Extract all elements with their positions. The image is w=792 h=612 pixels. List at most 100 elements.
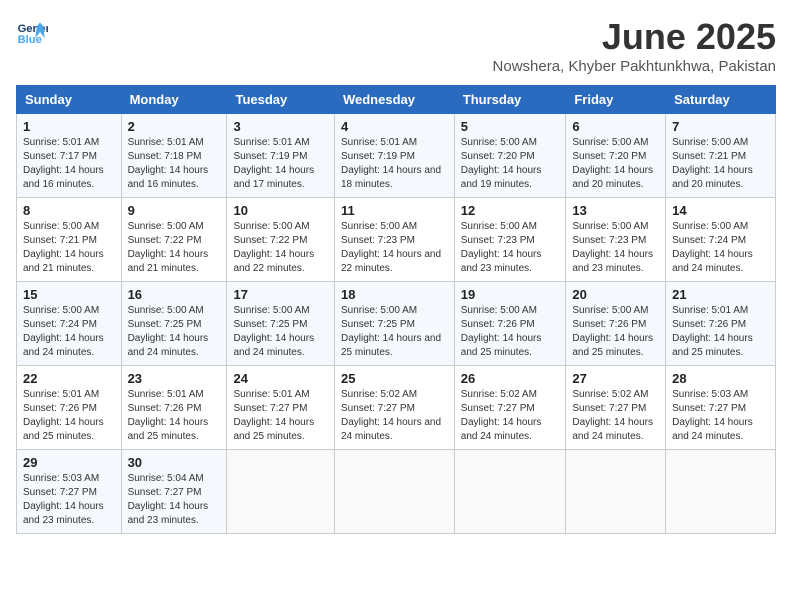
calendar-cell: 16 Sunrise: 5:00 AMSunset: 7:25 PMDaylig… (121, 282, 227, 366)
day-number: 30 (128, 455, 221, 470)
day-info: Sunrise: 5:01 AMSunset: 7:18 PMDaylight:… (128, 137, 209, 190)
calendar-cell: 6 Sunrise: 5:00 AMSunset: 7:20 PMDayligh… (566, 114, 666, 198)
day-info: Sunrise: 5:00 AMSunset: 7:22 PMDaylight:… (233, 221, 314, 274)
day-info: Sunrise: 5:01 AMSunset: 7:19 PMDaylight:… (233, 137, 314, 190)
day-info: Sunrise: 5:00 AMSunset: 7:21 PMDaylight:… (672, 137, 753, 190)
day-info: Sunrise: 5:02 AMSunset: 7:27 PMDaylight:… (341, 389, 441, 442)
day-number: 19 (461, 287, 560, 302)
day-info: Sunrise: 5:00 AMSunset: 7:25 PMDaylight:… (128, 305, 209, 358)
day-header-tuesday: Tuesday (227, 86, 335, 114)
day-info: Sunrise: 5:01 AMSunset: 7:17 PMDaylight:… (23, 137, 104, 190)
day-number: 2 (128, 119, 221, 134)
day-number: 8 (23, 203, 115, 218)
calendar-cell: 14 Sunrise: 5:00 AMSunset: 7:24 PMDaylig… (666, 198, 776, 282)
page-header: General Blue June 2025 Nowshera, Khyber … (16, 16, 776, 75)
day-number: 24 (233, 371, 328, 386)
calendar-cell: 29 Sunrise: 5:03 AMSunset: 7:27 PMDaylig… (17, 450, 122, 534)
day-number: 29 (23, 455, 115, 470)
day-number: 26 (461, 371, 560, 386)
day-info: Sunrise: 5:02 AMSunset: 7:27 PMDaylight:… (461, 389, 542, 442)
day-number: 27 (572, 371, 659, 386)
day-header-saturday: Saturday (666, 86, 776, 114)
day-info: Sunrise: 5:01 AMSunset: 7:26 PMDaylight:… (23, 389, 104, 442)
day-info: Sunrise: 5:03 AMSunset: 7:27 PMDaylight:… (23, 473, 104, 526)
title-section: June 2025 Nowshera, Khyber Pakhtunkhwa, … (493, 16, 776, 75)
day-number: 10 (233, 203, 328, 218)
calendar-cell: 22 Sunrise: 5:01 AMSunset: 7:26 PMDaylig… (17, 366, 122, 450)
svg-text:Blue: Blue (18, 34, 42, 46)
day-header-thursday: Thursday (454, 86, 566, 114)
logo: General Blue (16, 16, 48, 48)
day-number: 13 (572, 203, 659, 218)
day-number: 6 (572, 119, 659, 134)
calendar-cell: 12 Sunrise: 5:00 AMSunset: 7:23 PMDaylig… (454, 198, 566, 282)
calendar-cell (227, 450, 335, 534)
calendar-cell: 21 Sunrise: 5:01 AMSunset: 7:26 PMDaylig… (666, 282, 776, 366)
day-number: 14 (672, 203, 769, 218)
calendar-cell: 1 Sunrise: 5:01 AMSunset: 7:17 PMDayligh… (17, 114, 122, 198)
calendar-cell: 18 Sunrise: 5:00 AMSunset: 7:25 PMDaylig… (334, 282, 454, 366)
calendar-cell: 24 Sunrise: 5:01 AMSunset: 7:27 PMDaylig… (227, 366, 335, 450)
calendar-cell (666, 450, 776, 534)
calendar-cell: 23 Sunrise: 5:01 AMSunset: 7:26 PMDaylig… (121, 366, 227, 450)
day-info: Sunrise: 5:00 AMSunset: 7:23 PMDaylight:… (572, 221, 653, 274)
calendar-cell: 27 Sunrise: 5:02 AMSunset: 7:27 PMDaylig… (566, 366, 666, 450)
calendar-cell: 13 Sunrise: 5:00 AMSunset: 7:23 PMDaylig… (566, 198, 666, 282)
day-info: Sunrise: 5:00 AMSunset: 7:26 PMDaylight:… (461, 305, 542, 358)
calendar-table: SundayMondayTuesdayWednesdayThursdayFrid… (16, 85, 776, 534)
calendar-cell: 11 Sunrise: 5:00 AMSunset: 7:23 PMDaylig… (334, 198, 454, 282)
day-number: 23 (128, 371, 221, 386)
day-header-monday: Monday (121, 86, 227, 114)
day-info: Sunrise: 5:00 AMSunset: 7:20 PMDaylight:… (572, 137, 653, 190)
calendar-cell: 15 Sunrise: 5:00 AMSunset: 7:24 PMDaylig… (17, 282, 122, 366)
day-info: Sunrise: 5:03 AMSunset: 7:27 PMDaylight:… (672, 389, 753, 442)
day-info: Sunrise: 5:01 AMSunset: 7:26 PMDaylight:… (672, 305, 753, 358)
day-info: Sunrise: 5:01 AMSunset: 7:26 PMDaylight:… (128, 389, 209, 442)
day-number: 3 (233, 119, 328, 134)
day-header-sunday: Sunday (17, 86, 122, 114)
day-number: 17 (233, 287, 328, 302)
calendar-subtitle: Nowshera, Khyber Pakhtunkhwa, Pakistan (493, 58, 776, 75)
day-header-wednesday: Wednesday (334, 86, 454, 114)
header-row: SundayMondayTuesdayWednesdayThursdayFrid… (17, 86, 776, 114)
day-number: 18 (341, 287, 448, 302)
calendar-cell: 19 Sunrise: 5:00 AMSunset: 7:26 PMDaylig… (454, 282, 566, 366)
day-number: 4 (341, 119, 448, 134)
calendar-cell: 5 Sunrise: 5:00 AMSunset: 7:20 PMDayligh… (454, 114, 566, 198)
day-info: Sunrise: 5:00 AMSunset: 7:23 PMDaylight:… (461, 221, 542, 274)
calendar-week-3: 15 Sunrise: 5:00 AMSunset: 7:24 PMDaylig… (17, 282, 776, 366)
day-info: Sunrise: 5:01 AMSunset: 7:19 PMDaylight:… (341, 137, 441, 190)
calendar-cell: 25 Sunrise: 5:02 AMSunset: 7:27 PMDaylig… (334, 366, 454, 450)
day-header-friday: Friday (566, 86, 666, 114)
day-number: 9 (128, 203, 221, 218)
day-number: 20 (572, 287, 659, 302)
day-number: 15 (23, 287, 115, 302)
calendar-cell: 3 Sunrise: 5:01 AMSunset: 7:19 PMDayligh… (227, 114, 335, 198)
day-number: 21 (672, 287, 769, 302)
calendar-cell (334, 450, 454, 534)
day-info: Sunrise: 5:00 AMSunset: 7:24 PMDaylight:… (672, 221, 753, 274)
calendar-cell: 10 Sunrise: 5:00 AMSunset: 7:22 PMDaylig… (227, 198, 335, 282)
day-number: 1 (23, 119, 115, 134)
day-info: Sunrise: 5:01 AMSunset: 7:27 PMDaylight:… (233, 389, 314, 442)
calendar-week-5: 29 Sunrise: 5:03 AMSunset: 7:27 PMDaylig… (17, 450, 776, 534)
calendar-cell: 26 Sunrise: 5:02 AMSunset: 7:27 PMDaylig… (454, 366, 566, 450)
day-number: 28 (672, 371, 769, 386)
day-number: 25 (341, 371, 448, 386)
day-number: 7 (672, 119, 769, 134)
calendar-cell: 30 Sunrise: 5:04 AMSunset: 7:27 PMDaylig… (121, 450, 227, 534)
day-number: 12 (461, 203, 560, 218)
day-number: 11 (341, 203, 448, 218)
calendar-week-4: 22 Sunrise: 5:01 AMSunset: 7:26 PMDaylig… (17, 366, 776, 450)
day-info: Sunrise: 5:00 AMSunset: 7:23 PMDaylight:… (341, 221, 441, 274)
calendar-cell: 20 Sunrise: 5:00 AMSunset: 7:26 PMDaylig… (566, 282, 666, 366)
calendar-cell: 4 Sunrise: 5:01 AMSunset: 7:19 PMDayligh… (334, 114, 454, 198)
day-info: Sunrise: 5:00 AMSunset: 7:25 PMDaylight:… (341, 305, 441, 358)
day-info: Sunrise: 5:00 AMSunset: 7:22 PMDaylight:… (128, 221, 209, 274)
calendar-cell (454, 450, 566, 534)
calendar-cell: 17 Sunrise: 5:00 AMSunset: 7:25 PMDaylig… (227, 282, 335, 366)
day-info: Sunrise: 5:00 AMSunset: 7:25 PMDaylight:… (233, 305, 314, 358)
day-info: Sunrise: 5:04 AMSunset: 7:27 PMDaylight:… (128, 473, 209, 526)
day-info: Sunrise: 5:00 AMSunset: 7:21 PMDaylight:… (23, 221, 104, 274)
calendar-cell: 9 Sunrise: 5:00 AMSunset: 7:22 PMDayligh… (121, 198, 227, 282)
